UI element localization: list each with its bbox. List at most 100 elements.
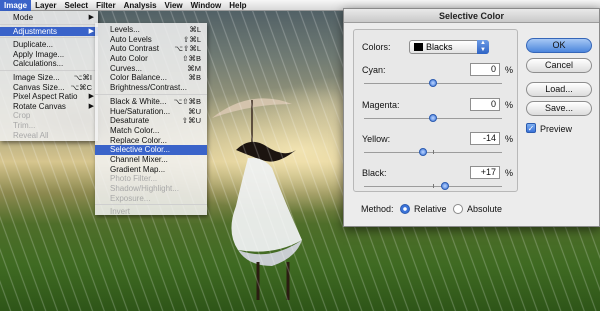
menu-item-color-balance[interactable]: Color Balance... ⌘B bbox=[95, 73, 207, 83]
menu-item-exposure: Exposure... bbox=[95, 194, 207, 204]
absolute-label[interactable]: Absolute bbox=[467, 204, 502, 214]
menu-item-match-color[interactable]: Match Color... bbox=[95, 126, 207, 136]
menu-item-auto-color[interactable]: Auto Color ⇧⌘B bbox=[95, 54, 207, 64]
menu-item-desaturate[interactable]: Desaturate ⇧⌘U bbox=[95, 116, 207, 126]
menu-item-shadow-highlight: Shadow/Highlight... bbox=[95, 184, 207, 194]
shortcut-label: ⇧⌘L bbox=[183, 34, 201, 44]
adjustments-submenu: Levels... ⌘L Auto Levels ⇧⌘L Auto Contrast… bbox=[95, 23, 207, 217]
menu-item-label: Photo Filter... bbox=[110, 174, 158, 184]
menu-item-levels[interactable]: Levels... ⌘L bbox=[95, 25, 207, 35]
shortcut-label: ⌘L bbox=[189, 25, 201, 34]
menu-item-label: Auto Contrast bbox=[110, 44, 159, 54]
submenu-arrow-icon: ▶ bbox=[88, 27, 94, 35]
menu-separator bbox=[95, 93, 207, 95]
menu-item-crop: Crop bbox=[0, 111, 98, 121]
black-label: Black: bbox=[362, 168, 387, 178]
menu-item-gradient-map[interactable]: Gradient Map... bbox=[95, 165, 207, 175]
menu-item-auto-contrast[interactable]: Auto Contrast ⌥⇧⌘L bbox=[95, 44, 207, 54]
menu-item-black-white[interactable]: Black & White... ⌥⇧⌘B bbox=[95, 97, 207, 107]
preview-label[interactable]: Preview bbox=[540, 124, 572, 134]
menu-item-label: Selective Color... bbox=[110, 145, 171, 155]
menu-item-channel-mixer[interactable]: Channel Mixer... bbox=[95, 155, 207, 165]
menu-item-label: Replace Color... bbox=[110, 135, 167, 145]
black-slider-track[interactable] bbox=[364, 182, 502, 190]
menu-separator bbox=[0, 23, 98, 25]
magenta-label: Magenta: bbox=[362, 100, 400, 110]
magenta-slider-thumb[interactable] bbox=[429, 114, 437, 122]
menu-item-rotate-canvas[interactable]: Rotate Canvas ▶ bbox=[0, 102, 98, 112]
cyan-field[interactable]: 0 bbox=[470, 63, 500, 76]
menu-item-image-size[interactable]: Image Size... ⌥⌘I bbox=[0, 73, 98, 83]
relative-radio[interactable] bbox=[400, 204, 410, 214]
menu-item-photo-filter: Photo Filter... bbox=[95, 174, 207, 184]
menu-item-canvas-size[interactable]: Canvas Size... ⌥⌘C bbox=[0, 83, 98, 93]
menu-item-label: Calculations... bbox=[13, 59, 64, 69]
menu-item-label: Curves... bbox=[110, 63, 143, 73]
menu-item-mode[interactable]: Mode ▶ bbox=[0, 13, 98, 23]
submenu-arrow-icon: ▶ bbox=[88, 14, 94, 21]
menu-item-replace-color[interactable]: Replace Color... bbox=[95, 136, 207, 146]
shortcut-label: ⌥⌘I bbox=[73, 72, 92, 82]
slider-center-tick bbox=[433, 184, 434, 188]
menu-item-label: Exposure... bbox=[110, 193, 151, 203]
menu-analysis[interactable]: Analysis bbox=[120, 0, 161, 11]
menu-item-label: Canvas Size... bbox=[13, 82, 65, 92]
menu-item-label: Auto Levels bbox=[110, 34, 152, 44]
select-arrows-icon: ▲ ▼ bbox=[477, 40, 489, 54]
menu-select[interactable]: Select bbox=[60, 0, 92, 11]
adjustment-group: Colors: Blacks ▲ ▼ Cyan: 0 % Magenta: 0 %… bbox=[353, 29, 518, 192]
menu-item-duplicate[interactable]: Duplicate... bbox=[0, 40, 98, 50]
menu-item-pixel-aspect-ratio[interactable]: Pixel Aspect Ratio ▶ bbox=[0, 92, 98, 102]
menu-item-apply-image[interactable]: Apply Image... bbox=[0, 50, 98, 60]
percent-label: % bbox=[505, 65, 514, 75]
dialog-title: Selective Color bbox=[344, 9, 599, 23]
menu-item-auto-levels[interactable]: Auto Levels ⇧⌘L bbox=[95, 35, 207, 45]
colors-select[interactable]: Blacks ▲ ▼ bbox=[409, 40, 489, 54]
menu-layer[interactable]: Layer bbox=[31, 0, 60, 11]
menu-item-selective-color[interactable]: Selective Color... bbox=[95, 145, 207, 155]
menu-image[interactable]: Image bbox=[0, 0, 32, 11]
magenta-slider-track[interactable] bbox=[364, 114, 502, 122]
black-slider-thumb[interactable] bbox=[440, 182, 449, 190]
submenu-arrow-icon: ▶ bbox=[88, 93, 94, 101]
cyan-slider-thumb[interactable] bbox=[429, 79, 437, 87]
yellow-slider-track[interactable] bbox=[364, 148, 502, 156]
menu-item-label: Crop bbox=[13, 111, 31, 121]
menu-window[interactable]: Window bbox=[187, 0, 226, 11]
shortcut-label: ⌥⌘C bbox=[70, 82, 92, 92]
menu-help[interactable]: Help bbox=[225, 0, 250, 11]
yellow-label: Yellow: bbox=[362, 134, 391, 144]
menu-item-label: Rotate Canvas bbox=[13, 101, 66, 111]
slider-center-tick bbox=[433, 150, 434, 154]
percent-label: % bbox=[505, 168, 514, 178]
load-button[interactable]: Load... bbox=[526, 82, 592, 97]
color-swatch-icon bbox=[414, 43, 423, 51]
black-field[interactable]: +17 bbox=[470, 166, 500, 179]
menu-separator bbox=[0, 37, 98, 39]
relative-label[interactable]: Relative bbox=[414, 204, 447, 214]
menu-item-curves[interactable]: Curves... ⌘M bbox=[95, 64, 207, 74]
magenta-field[interactable]: 0 bbox=[470, 98, 500, 111]
selective-color-dialog: Selective Color Colors: Blacks ▲ ▼ Cyan: … bbox=[343, 8, 600, 227]
menu-item-label: Desaturate bbox=[110, 116, 150, 126]
menu-item-label: Apply Image... bbox=[13, 49, 65, 59]
menu-item-calculations[interactable]: Calculations... bbox=[0, 59, 98, 69]
yellow-slider-thumb[interactable] bbox=[419, 148, 428, 156]
menu-view[interactable]: View bbox=[161, 0, 187, 11]
cyan-slider-track[interactable] bbox=[364, 79, 502, 87]
ok-button[interactable]: OK bbox=[526, 38, 592, 53]
menu-item-adjustments[interactable]: Adjustments ▶ bbox=[0, 26, 98, 37]
absolute-radio[interactable] bbox=[453, 204, 463, 214]
menu-filter[interactable]: Filter bbox=[92, 0, 120, 11]
save-button[interactable]: Save... bbox=[526, 101, 592, 116]
yellow-field[interactable]: -14 bbox=[470, 132, 500, 145]
preview-checkbox[interactable]: ✓ bbox=[526, 123, 536, 133]
menu-item-hue-saturation[interactable]: Hue/Saturation... ⌘U bbox=[95, 107, 207, 117]
cancel-button[interactable]: Cancel bbox=[526, 58, 592, 73]
menu-item-invert: Invert bbox=[95, 207, 207, 217]
menu-item-label: Mode bbox=[13, 13, 34, 22]
menu-item-brightness-contrast[interactable]: Brightness/Contrast... bbox=[95, 83, 207, 93]
menu-item-label: Gradient Map... bbox=[110, 164, 166, 174]
menu-item-label: Hue/Saturation... bbox=[110, 106, 171, 116]
menu-item-label: Auto Color bbox=[110, 54, 148, 64]
